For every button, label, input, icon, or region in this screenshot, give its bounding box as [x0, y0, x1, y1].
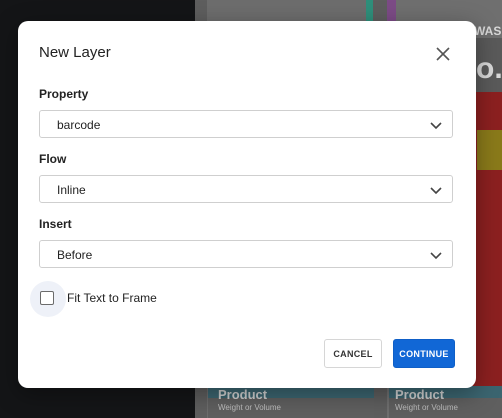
close-icon — [436, 47, 450, 61]
fit-text-checkbox[interactable] — [40, 291, 54, 305]
insert-label: Insert — [39, 217, 72, 231]
fit-text-checkbox-ripple — [30, 281, 66, 317]
fit-text-label[interactable]: Fit Text to Frame — [67, 291, 157, 305]
flow-value: Inline — [57, 183, 86, 197]
chevron-down-icon — [430, 122, 442, 130]
property-label: Property — [39, 87, 89, 101]
dialog-title: New Layer — [39, 44, 111, 61]
big-text: o.c — [476, 52, 502, 85]
chevron-down-icon — [430, 187, 442, 195]
property-select[interactable]: barcode — [39, 110, 453, 138]
new-layer-dialog: New Layer Property barcode Flow Inline I… — [18, 21, 476, 388]
property-value: barcode — [57, 118, 101, 132]
product-subtitle: Weight or Volume — [218, 403, 281, 412]
banner-text: WAS $ — [474, 24, 502, 38]
product-subtitle: Weight or Volume — [395, 403, 458, 412]
product-card: Product Weight or Volume — [208, 386, 374, 418]
insert-select[interactable]: Before — [39, 240, 453, 268]
yellow-graphic — [477, 130, 502, 170]
product-title: Product — [395, 387, 445, 402]
flow-select[interactable]: Inline — [39, 175, 453, 203]
continue-button[interactable]: CONTINUE — [393, 339, 455, 368]
insert-value: Before — [57, 248, 93, 262]
chevron-down-icon — [430, 252, 442, 260]
purple-stripe — [387, 0, 396, 22]
cancel-button[interactable]: CANCEL — [324, 339, 382, 368]
flow-label: Flow — [39, 152, 67, 166]
close-button[interactable] — [430, 41, 456, 67]
teal-stripe — [366, 0, 373, 22]
product-card: Product Weight or Volume — [389, 386, 502, 418]
product-title: Product — [218, 387, 268, 402]
